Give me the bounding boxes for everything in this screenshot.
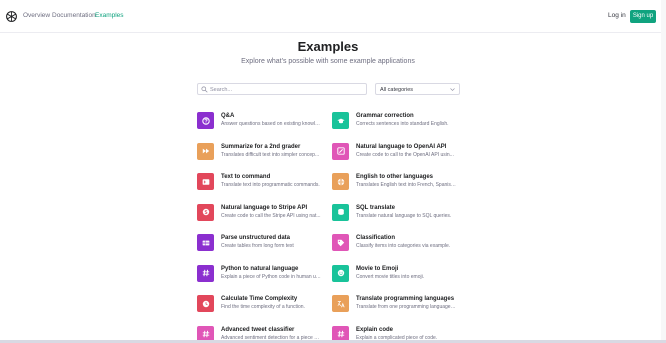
stripe-icon	[197, 203, 214, 221]
example-title: Natural language to Stripe API	[221, 204, 308, 211]
example-description: Corrects sentences into standard English…	[356, 121, 449, 127]
page-title: Examples	[297, 39, 359, 54]
translate-icon	[332, 295, 349, 312]
question-icon	[197, 112, 214, 129]
example-description: Find the time complexity of a function.	[221, 304, 305, 310]
example-card[interactable]: Movie to Emoji Convert movie titles into …	[332, 264, 467, 285]
chevron-down-icon	[450, 88, 455, 91]
smile-icon	[332, 264, 349, 282]
example-title: Python to natural language	[221, 265, 299, 272]
category-select-value: All categories	[380, 86, 414, 93]
example-description: Translate from one programming language …	[356, 304, 456, 310]
nav-documentation-link[interactable]: Documentation	[52, 12, 96, 19]
examples-page: Overview Documentation Examples Log in S…	[0, 0, 666, 343]
nav-overview-link[interactable]: Overview	[23, 12, 50, 19]
globe-icon	[332, 173, 349, 190]
example-title: Movie to Emoji	[356, 265, 399, 272]
example-card[interactable]: Python to natural language Explain a piec…	[197, 264, 332, 285]
example-title: Text to command	[221, 174, 271, 180]
signup-button[interactable]: Sign up	[630, 10, 656, 23]
login-link[interactable]: Log in	[608, 12, 626, 19]
example-title: Classification	[356, 235, 396, 241]
graduation-icon	[332, 112, 349, 129]
example-title: English to other languages	[356, 174, 434, 180]
tag-icon	[332, 234, 349, 251]
example-card[interactable]: Natural language to OpenAI API Create cod…	[332, 142, 467, 163]
example-title: Translate programming languages	[356, 296, 455, 302]
openai-logo-icon[interactable]	[5, 10, 18, 23]
example-card[interactable]: Text to command Translate text into progr…	[197, 173, 332, 193]
example-description: Create code to call to the OpenAI API us…	[356, 151, 454, 158]
example-title: Grammar correction	[356, 113, 414, 119]
example-title: Explain code	[356, 326, 394, 333]
example-description: Create code to call the Stripe API using…	[221, 212, 321, 219]
example-title: Parse unstructured data	[221, 235, 291, 241]
example-description: Convert movie titles into emoji.	[356, 273, 425, 280]
example-description: Explain a piece of Python code in human …	[221, 273, 321, 280]
terminal-icon	[197, 173, 214, 190]
example-card[interactable]: Parse unstructured data Create tables fro…	[197, 234, 332, 254]
example-card[interactable]: SQL translate Translate natural language …	[332, 203, 467, 224]
example-title: SQL translate	[356, 204, 395, 211]
fast-forward-icon	[197, 142, 214, 160]
example-card[interactable]: Summarize for a 2nd grader Translates dif…	[197, 142, 332, 163]
edit-icon	[332, 142, 349, 160]
example-description: Classify items into categories via examp…	[356, 243, 451, 249]
example-description: Translates difficult text into simpler c…	[221, 151, 320, 158]
example-description: Create tables from long form text	[221, 243, 294, 249]
hash-icon	[197, 264, 214, 282]
example-card[interactable]: Translate programming languages Translate…	[332, 295, 467, 315]
example-description: Answer questions based on existing knowl…	[221, 121, 321, 127]
search-icon	[201, 86, 208, 93]
example-description: Translate text into programmatic command…	[221, 182, 320, 188]
search-placeholder: Search...	[210, 86, 233, 93]
example-title: Advanced tweet classifier	[221, 326, 295, 333]
table-icon	[197, 234, 214, 251]
clock-icon	[197, 295, 214, 312]
example-card[interactable]: Grammar correction Corrects sentences int…	[332, 112, 467, 132]
example-card[interactable]: Classification Classify items into catego…	[332, 234, 467, 254]
example-title: Natural language to OpenAI API	[356, 143, 447, 150]
example-description: Translates English text into French, Spa…	[356, 182, 456, 188]
nav-examples-link[interactable]: Examples	[95, 12, 124, 19]
page-subtitle: Explore what's possible with some exampl…	[241, 58, 415, 65]
top-nav: Overview Documentation Examples Log in S…	[0, 0, 666, 33]
category-select[interactable]: All categories	[375, 83, 460, 95]
scrollbar[interactable]	[661, 0, 666, 340]
search-input[interactable]: Search...	[197, 83, 367, 95]
example-description: Translate natural language to SQL querie…	[356, 212, 452, 219]
example-card[interactable]: Q&A Answer questions based on existing kn…	[197, 112, 332, 132]
database-icon	[332, 203, 349, 221]
example-card[interactable]: English to other languages Translates Eng…	[332, 173, 467, 193]
example-title: Q&A	[221, 113, 235, 119]
example-title: Summarize for a 2nd grader	[221, 143, 301, 150]
example-card[interactable]: Calculate Time Complexity Find the time c…	[197, 295, 332, 315]
example-title: Calculate Time Complexity	[221, 296, 298, 302]
example-card[interactable]: Natural language to Stripe API Create cod…	[197, 203, 332, 224]
